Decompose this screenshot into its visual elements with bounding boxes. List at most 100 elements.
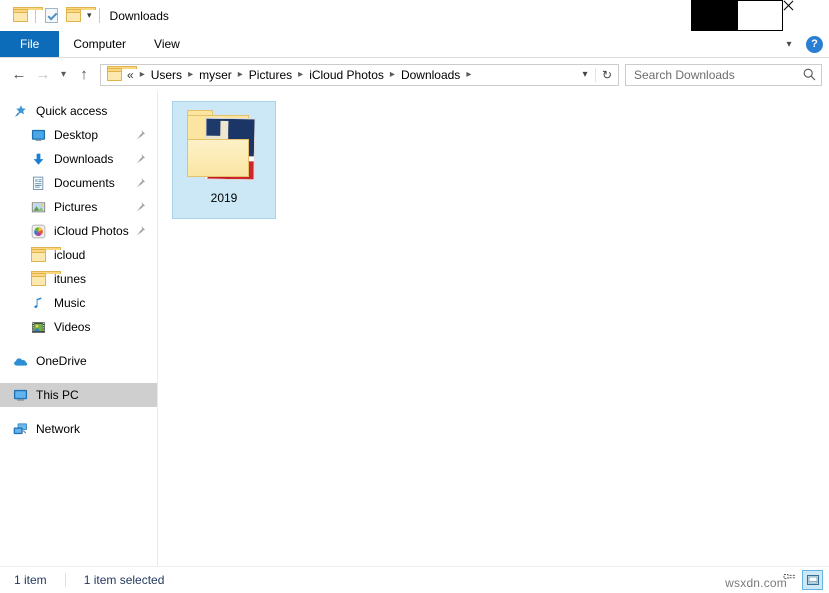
onedrive-cloud-icon [12,353,28,369]
search-box[interactable] [625,63,822,86]
music-note-icon [30,295,46,311]
refresh-icon[interactable]: ↻ [595,67,618,82]
breadcrumb-item-icloud-photos[interactable]: iCloud Photos [306,67,387,83]
recent-locations-chevron-down-icon[interactable]: ▾ [55,63,72,87]
breadcrumb-separator: ▸ [139,69,145,80]
sidebar-item-label: Network [36,422,81,436]
sidebar-item-network[interactable]: Network [0,417,157,441]
sidebar-item-downloads[interactable]: Downloads [0,147,157,171]
details-view-button[interactable] [779,570,800,590]
sidebar-item-label: icloud [54,248,86,262]
status-bar: 1 item 1 item selected wsxdn.com [0,566,829,593]
explorer-body: Quick access Desktop Downloads Documents… [0,91,829,566]
star-pin-icon [12,103,28,119]
view-mode-buttons [779,570,823,590]
sidebar-item-label: Pictures [54,200,98,214]
search-icon[interactable] [797,68,821,81]
qat-customize-chevron-down-icon[interactable]: ▾ [84,11,95,20]
address-folder-icon [101,66,137,81]
breadcrumb-separator: ▸ [298,69,304,80]
breadcrumb-item-myser[interactable]: myser [196,67,235,83]
folder-icon [30,246,61,263]
watermark: wsxdn.com [725,576,787,590]
large-icons-view-button[interactable] [802,570,823,590]
address-bar-row: ← → ▾ ↑ « ▸ Users ▸ myser ▸ Pictures ▸ i… [0,58,829,91]
file-explorer-window: ▾ Downloads File Computer View ▾ ? ← → ▾… [0,0,829,593]
sidebar-item-label: Downloads [54,152,114,166]
desktop-icon [30,127,46,143]
expand-ribbon-chevron-down-icon[interactable]: ▾ [781,39,797,50]
pin-icon[interactable] [135,153,146,165]
qat-new-folder-icon[interactable] [62,5,96,27]
forward-button[interactable]: → [31,63,55,87]
this-pc-icon [12,387,28,403]
address-bar-controls: ▾ ↻ [575,65,618,85]
breadcrumb-item-users[interactable]: Users [148,67,185,83]
sidebar-item-documents[interactable]: Documents [0,171,157,195]
search-input[interactable] [626,66,797,83]
sidebar-item-pictures[interactable]: Pictures [0,195,157,219]
breadcrumb-separator: ▸ [466,69,472,80]
pin-icon[interactable] [135,177,146,189]
sidebar-item-quick-access[interactable]: Quick access [0,99,157,123]
tab-file[interactable]: File [0,31,60,57]
item-count-label: 1 item [14,573,47,587]
sidebar-item-label: OneDrive [36,354,87,368]
sidebar-item-icloud[interactable]: icloud [0,243,157,267]
pictures-icon [30,199,46,215]
title-bar: ▾ Downloads [0,0,829,31]
qat-folder-icon[interactable] [9,5,43,27]
window-controls [691,0,829,31]
breadcrumb-item-downloads[interactable]: Downloads [398,67,463,83]
ribbon-tab-bar: File Computer View ▾ ? [0,31,829,58]
selection-status-label: 1 item selected [83,573,165,587]
qat-separator-2 [98,8,100,23]
breadcrumb-item-pictures[interactable]: Pictures [246,67,295,83]
maximize-button[interactable] [737,0,783,31]
sidebar-item-label: Desktop [54,128,99,142]
tab-computer[interactable]: Computer [59,31,140,57]
status-separator [64,573,66,587]
sidebar-item-icloud-photos[interactable]: iCloud Photos [0,219,157,243]
network-icon [12,421,28,437]
window-title: Downloads [109,8,169,23]
item-label: 2019 [210,191,238,205]
breadcrumb-separator: ▸ [237,69,243,80]
list-item[interactable]: 2019 [172,101,276,219]
sidebar-item-label: Quick access [36,104,108,118]
previous-locations-chevron-down-icon[interactable]: ▾ [575,69,595,80]
sidebar-item-label: Videos [54,320,91,334]
breadcrumb-separator: ▸ [188,69,194,80]
back-button[interactable]: ← [7,63,31,87]
sidebar-item-this-pc[interactable]: This PC [0,383,157,407]
address-bar[interactable]: « ▸ Users ▸ myser ▸ Pictures ▸ iCloud Ph… [100,63,619,86]
minimize-button[interactable] [691,0,737,31]
pin-icon[interactable] [135,225,146,237]
folder-thumbnail [181,109,267,183]
sidebar-item-itunes[interactable]: itunes [0,267,157,291]
pin-icon[interactable] [135,201,146,213]
qat-properties-icon[interactable] [40,5,62,27]
sidebar-item-videos[interactable]: Videos [0,315,157,339]
sidebar-item-music[interactable]: Music [0,291,157,315]
items-view[interactable]: 2019 [158,91,829,566]
documents-icon [30,175,46,191]
quick-access-toolbar: ▾ Downloads [0,0,169,31]
sidebar-item-label: iCloud Photos [54,224,129,238]
breadcrumb: « ▸ Users ▸ myser ▸ Pictures ▸ iCloud Ph… [127,67,575,83]
tab-view[interactable]: View [140,31,194,57]
sidebar-item-label: Documents [54,176,115,190]
downloads-arrow-icon [30,151,46,167]
videos-film-icon [30,319,46,335]
up-button[interactable]: ↑ [72,63,96,87]
sidebar-item-label: itunes [54,272,87,286]
pin-icon[interactable] [135,129,146,141]
help-icon[interactable]: ? [806,35,823,53]
close-button[interactable] [783,0,829,31]
sidebar-item-desktop[interactable]: Desktop [0,123,157,147]
sidebar-item-onedrive[interactable]: OneDrive [0,349,157,373]
icloud-photos-icon [30,223,46,239]
